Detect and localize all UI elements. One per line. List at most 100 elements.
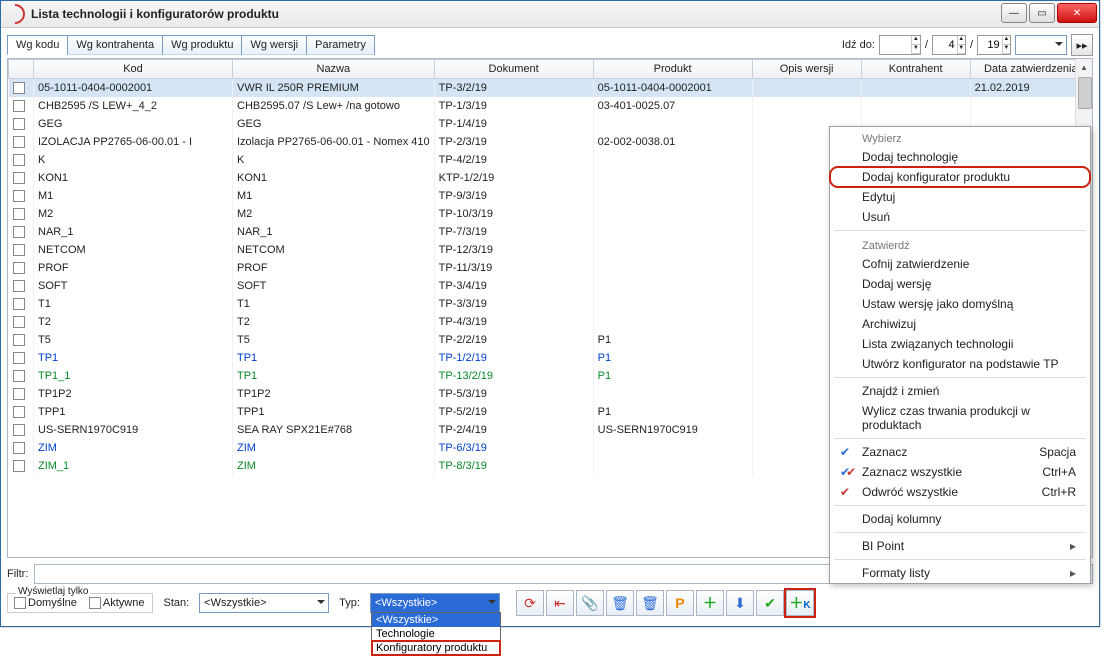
ctx-delete[interactable]: Usuń: [830, 207, 1090, 227]
row-checkbox[interactable]: [13, 208, 25, 220]
row-checkbox[interactable]: [13, 388, 25, 400]
chk-active[interactable]: Aktywne: [89, 597, 145, 609]
goto-sep: /: [925, 39, 928, 51]
ctx-archive[interactable]: Archiwizuj: [830, 314, 1090, 334]
tab-wg-kodu[interactable]: Wg kodu: [7, 35, 68, 55]
row-checkbox[interactable]: [13, 190, 25, 202]
stan-label: Stan:: [163, 597, 189, 609]
chk-default[interactable]: Domyślne: [14, 597, 77, 609]
ctx-select-all[interactable]: ✔✔Zaznacz wszystkieCtrl+A: [830, 462, 1090, 482]
ctx-select[interactable]: ✔ZaznaczSpacja: [830, 442, 1090, 462]
view-tabs: Wg kodu Wg kontrahenta Wg produktu Wg we…: [7, 35, 375, 55]
row-checkbox[interactable]: [13, 154, 25, 166]
row-checkbox[interactable]: [13, 136, 25, 148]
double-check-icon: ✔✔: [840, 465, 856, 479]
typ-option-technologie[interactable]: Technologie: [372, 627, 500, 641]
add-configurator-button[interactable]: ＋K: [786, 590, 814, 616]
col-data-zatwierdzenia[interactable]: Data zatwierdzenia: [970, 60, 1091, 79]
ctx-add-version[interactable]: Dodaj wersję: [830, 274, 1090, 294]
goto-spin-3[interactable]: ▲▼: [977, 35, 1011, 55]
row-checkbox[interactable]: [13, 262, 25, 274]
toolbar: ⟳ ⇤ 📎 🗑 🗑 P ＋ ⬇ ✔ ＋K: [516, 590, 814, 616]
tab-parametry[interactable]: Parametry: [306, 35, 375, 55]
table-row[interactable]: 05-1011-0404-0002001VWR IL 250R PREMIUMT…: [9, 79, 1092, 98]
import-button[interactable]: ⬇: [726, 590, 754, 616]
ctx-undo-confirm[interactable]: Cofnij zatwierdzenie: [830, 254, 1090, 274]
title-bar: Lista technologii i konfiguratorów produ…: [1, 1, 1099, 28]
row-checkbox[interactable]: [13, 334, 25, 346]
row-checkbox[interactable]: [13, 82, 25, 94]
col-kod[interactable]: Kod: [34, 60, 233, 79]
row-checkbox[interactable]: [13, 406, 25, 418]
col-opis-wersji[interactable]: Opis wersji: [752, 60, 861, 79]
ctx-list-formats[interactable]: Formaty listy▸: [830, 563, 1090, 583]
row-checkbox[interactable]: [13, 226, 25, 238]
ctx-calc-duration[interactable]: Wylicz czas trwania produkcji w produkta…: [830, 401, 1090, 435]
ctx-create-configurator-from-tp[interactable]: Utwórz konfigurator na podstawie TP: [830, 354, 1090, 374]
typ-select[interactable]: <Wszystkie> <Wszystkie> Technologie Konf…: [370, 593, 500, 613]
row-checkbox[interactable]: [13, 442, 25, 454]
bucket2-button[interactable]: 🗑: [636, 590, 664, 616]
row-checkbox[interactable]: [13, 316, 25, 328]
clip-icon: 📎: [581, 595, 598, 612]
row-checkbox[interactable]: [13, 460, 25, 472]
ctx-edit[interactable]: Edytuj: [830, 187, 1090, 207]
tab-wg-kontrahenta[interactable]: Wg kontrahenta: [67, 35, 163, 55]
stan-select[interactable]: <Wszystkie>: [199, 593, 329, 613]
row-checkbox[interactable]: [13, 424, 25, 436]
scroll-up-icon[interactable]: ▲: [1076, 59, 1092, 75]
ctx-add-technology[interactable]: Dodaj technologię: [830, 147, 1090, 167]
row-checkbox[interactable]: [13, 244, 25, 256]
column-headers: Kod Nazwa Dokument Produkt Opis wersji K…: [9, 60, 1092, 79]
row-checkbox[interactable]: [13, 100, 25, 112]
maximize-button[interactable]: ▭: [1029, 3, 1055, 23]
ctx-find-replace[interactable]: Znajdź i zmień: [830, 381, 1090, 401]
goto-go-button[interactable]: ▸▸: [1071, 34, 1093, 56]
row-checkbox[interactable]: [13, 172, 25, 184]
goto-select[interactable]: [1015, 35, 1067, 55]
chevron-right-icon: ▸: [1070, 566, 1076, 580]
tab-wg-wersji[interactable]: Wg wersji: [241, 35, 307, 55]
typ-option-all[interactable]: <Wszystkie>: [372, 613, 500, 627]
ctx-add-columns[interactable]: Dodaj kolumny: [830, 509, 1090, 529]
app-window: Lista technologii i konfiguratorów produ…: [0, 0, 1100, 627]
filter-label: Filtr:: [7, 568, 28, 580]
add-button[interactable]: ＋: [696, 590, 724, 616]
row-checkbox[interactable]: [13, 280, 25, 292]
row-checkbox[interactable]: [13, 118, 25, 130]
goto-spin-1[interactable]: ▲▼: [879, 35, 921, 55]
ctx-set-default-version[interactable]: Ustaw wersję jako domyślną: [830, 294, 1090, 314]
ctx-related-tech-list[interactable]: Lista związanych technologii: [830, 334, 1090, 354]
minimize-button[interactable]: —: [1001, 3, 1027, 23]
bucket1-button[interactable]: 🗑: [606, 590, 634, 616]
ctx-section-wybierz: Wybierz: [830, 127, 1090, 147]
col-dokument[interactable]: Dokument: [434, 60, 593, 79]
display-only-fieldset: Wyświetlaj tylko Domyślne Aktywne: [7, 593, 153, 613]
check-button[interactable]: ✔: [756, 590, 784, 616]
row-checkbox[interactable]: [13, 352, 25, 364]
ctx-bi-point[interactable]: BI Point▸: [830, 536, 1090, 556]
row-checkbox[interactable]: [13, 370, 25, 382]
scroll-thumb[interactable]: [1078, 77, 1092, 109]
ctx-invert-all[interactable]: ✔Odwróć wszystkieCtrl+R: [830, 482, 1090, 502]
col-nazwa[interactable]: Nazwa: [233, 60, 435, 79]
ctx-add-configurator[interactable]: Dodaj konfigurator produktu: [830, 167, 1090, 187]
col-kontrahent[interactable]: Kontrahent: [861, 60, 970, 79]
check-icon: ✔: [764, 595, 776, 612]
window-title: Lista technologii i konfiguratorów produ…: [31, 7, 279, 21]
p-button[interactable]: P: [666, 590, 694, 616]
bucket-icon: 🗑: [641, 595, 659, 612]
tree-icon: ⇤: [554, 595, 566, 612]
tree-collapse-button[interactable]: ⇤: [546, 590, 574, 616]
tab-wg-produktu[interactable]: Wg produktu: [162, 35, 242, 55]
col-produkt[interactable]: Produkt: [593, 60, 752, 79]
goto-spin-2[interactable]: ▲▼: [932, 35, 966, 55]
table-row[interactable]: CHB2595 /S LEW+_4_2CHB2595.07 /S Lew+ /n…: [9, 97, 1092, 115]
typ-option-konfiguratory[interactable]: Konfiguratory produktu: [372, 641, 500, 655]
refresh-button[interactable]: ⟳: [516, 590, 544, 616]
plus-icon: ＋: [703, 593, 717, 613]
close-button[interactable]: ✕: [1057, 3, 1097, 23]
attach-button[interactable]: 📎: [576, 590, 604, 616]
row-checkbox[interactable]: [13, 298, 25, 310]
invert-icon: ✔: [840, 485, 850, 499]
